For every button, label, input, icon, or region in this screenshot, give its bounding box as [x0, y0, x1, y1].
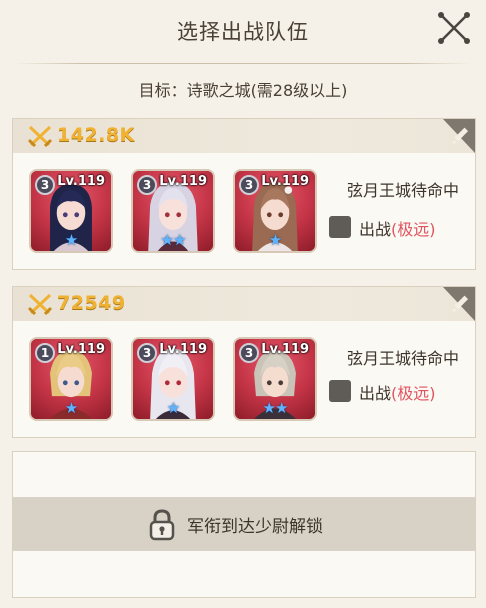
team-power: 142.8K: [57, 124, 135, 146]
deploy-text: 出战: [359, 220, 392, 239]
team-header: 142.8K: [13, 119, 475, 153]
hero-slot[interactable]: 3 Lv.119 ★★: [233, 337, 317, 421]
deploy-text: 出战: [359, 384, 392, 403]
lock-icon: [149, 509, 175, 541]
hero-level: Lv.119: [261, 342, 309, 357]
team-header: 72549: [13, 287, 475, 321]
rank-badge: 3: [239, 343, 259, 363]
deploy-checkbox[interactable]: [329, 216, 351, 238]
star-icon: ★: [64, 231, 78, 249]
star-icon: ★: [64, 399, 78, 417]
star-icon: ★★: [160, 231, 187, 249]
close-icon: [438, 12, 470, 44]
rank-badge: 3: [137, 343, 157, 363]
hero-level: Lv.119: [57, 342, 105, 357]
title-divider: [14, 63, 472, 64]
rank-badge: 3: [137, 175, 157, 195]
deploy-checkbox[interactable]: [329, 380, 351, 402]
hero-slot[interactable]: 3 Lv.119 ★: [233, 169, 317, 253]
star-icon: ★: [268, 231, 282, 249]
star-icon: ★★: [262, 399, 289, 417]
unlock-requirement: 军衔到达少尉解锁: [187, 517, 323, 537]
crossed-swords-icon: [27, 125, 53, 147]
hero-slot[interactable]: 3 Lv.119 ★: [29, 169, 113, 253]
team-power: 72549: [57, 292, 126, 314]
close-button[interactable]: [434, 8, 474, 48]
team-status: 弦月王城待命中: [346, 349, 459, 368]
edit-icon[interactable]: [435, 287, 475, 321]
team-card-1[interactable]: 142.8K 3 Lv.119 ★ 3 Lv.119 ★★ 3 Lv.119 ★…: [12, 118, 476, 270]
deploy-label: 出战(极远): [359, 380, 436, 404]
panel-title: 选择出战队伍: [177, 20, 309, 44]
rank-badge: 1: [35, 343, 55, 363]
locked-team-slot: 军衔到达少尉解锁: [12, 451, 476, 598]
deploy-label: 出战(极远): [359, 216, 436, 240]
team-status: 弦月王城待命中: [346, 181, 459, 200]
edit-icon[interactable]: [435, 119, 475, 153]
deploy-distance: (极远): [391, 220, 436, 239]
rank-badge: 3: [35, 175, 55, 195]
crossed-swords-icon: [27, 293, 53, 315]
deploy-distance: (极远): [391, 384, 436, 403]
locked-bar: 军衔到达少尉解锁: [13, 497, 475, 551]
hero-level: Lv.119: [159, 342, 207, 357]
star-icon: ★: [166, 399, 180, 417]
team-card-2[interactable]: 72549 1 Lv.119 ★ 3 Lv.119 ★ 3 Lv.119 ★★ …: [12, 286, 476, 438]
hero-slot[interactable]: 3 Lv.119 ★★: [131, 169, 215, 253]
objective-text: 目标：诗歌之城(需28级以上): [138, 81, 348, 100]
hero-slot[interactable]: 1 Lv.119 ★: [29, 337, 113, 421]
hero-level: Lv.119: [261, 174, 309, 189]
team-select-panel: 选择出战队伍 目标：诗歌之城(需28级以上) 142.8K 3 Lv.119 ★…: [0, 0, 486, 608]
hero-slot[interactable]: 3 Lv.119 ★: [131, 337, 215, 421]
hero-level: Lv.119: [159, 174, 207, 189]
hero-level: Lv.119: [57, 174, 105, 189]
rank-badge: 3: [239, 175, 259, 195]
